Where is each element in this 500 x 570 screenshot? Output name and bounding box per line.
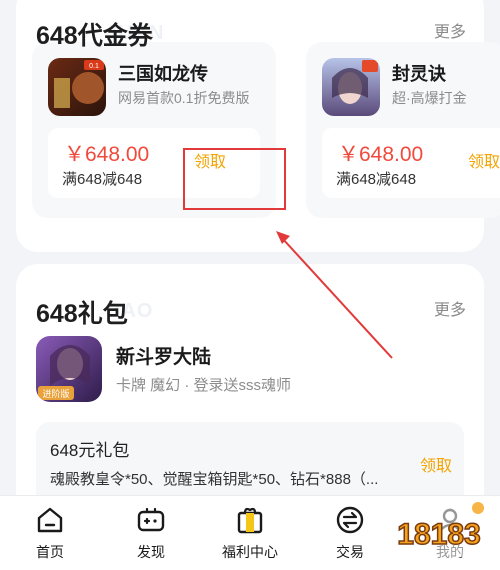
tab-label: 首页	[36, 544, 64, 560]
home-icon	[37, 507, 63, 533]
game-name[interactable]: 三国如龙传	[118, 60, 208, 86]
gift-content: 魂殿教皇令*50、觉醒宝箱钥匙*50、钻石*888（...	[50, 471, 379, 488]
section-title: 648代金券	[36, 22, 153, 50]
tab-welfare[interactable]: 福利中心	[210, 504, 290, 562]
gift-section-header: BAO 648礼包 更多	[36, 294, 466, 328]
more-link[interactable]: 更多	[434, 296, 466, 320]
gift-bag-icon	[237, 507, 263, 534]
gamepad-icon	[137, 507, 165, 532]
tab-home[interactable]: 首页	[10, 504, 90, 562]
exchange-icon	[336, 506, 364, 534]
tab-label: 福利中心	[222, 544, 278, 560]
gift-package: 648元礼包 魂殿教皇令*50、觉醒宝箱钥匙*50、钻石*888（... 领取	[36, 422, 464, 506]
svg-text:0.1: 0.1	[89, 63, 99, 70]
voucher-box: ￥648.00 满648减648 领取	[322, 128, 500, 198]
logo-text: 18183	[397, 518, 480, 551]
claim-button[interactable]: 领取	[434, 132, 500, 194]
voucher-condition: 满648减648	[336, 171, 417, 188]
game-subtitle: 网易首款0.1折免费版	[118, 90, 250, 106]
tab-label: 发现	[137, 544, 165, 560]
game-subtitle: 超·高爆打金	[392, 90, 467, 106]
fenglingjue-game-icon[interactable]	[322, 58, 380, 116]
voucher-card: 封灵诀 超·高爆打金 ￥648.00 满648减648 领取	[306, 42, 500, 218]
annotation-highlight-box	[183, 148, 286, 210]
gift-section: BAO 648礼包 更多 进阶版 新斗罗大陆 卡牌 魔幻 · 登录送sss魂师	[16, 264, 484, 514]
tab-label: 交易	[336, 544, 364, 560]
18183-logo-watermark: 18183	[389, 502, 489, 560]
section-title: 648礼包	[36, 300, 128, 328]
voucher-section: JUAN 648代金券 更多 0.1 三国如龙传 网易首款0.1折免费版 ￥64…	[16, 0, 500, 252]
tab-trade[interactable]: 交易	[310, 504, 390, 562]
voucher-price: ￥648.00	[64, 143, 150, 166]
voucher-condition: 满648减648	[62, 171, 143, 188]
game-tags: 卡牌 魔幻 · 登录送sss魂师	[116, 377, 291, 394]
game-name[interactable]: 新斗罗大陆	[116, 342, 211, 369]
gift-title: 648元礼包	[50, 441, 130, 460]
sanguo-game-icon[interactable]: 0.1	[48, 58, 106, 116]
gift-game-row[interactable]: 进阶版 新斗罗大陆 卡牌 魔幻 · 登录送sss魂师	[36, 336, 466, 404]
more-link[interactable]: 更多	[434, 18, 466, 42]
tab-discover[interactable]: 发现	[111, 504, 191, 562]
icon-badge: 进阶版	[42, 388, 69, 400]
douluo-game-icon[interactable]: 进阶版	[36, 336, 102, 402]
claim-button[interactable]: 领取	[420, 452, 452, 476]
game-name[interactable]: 封灵诀	[392, 60, 446, 86]
voucher-price: ￥648.00	[338, 143, 424, 166]
